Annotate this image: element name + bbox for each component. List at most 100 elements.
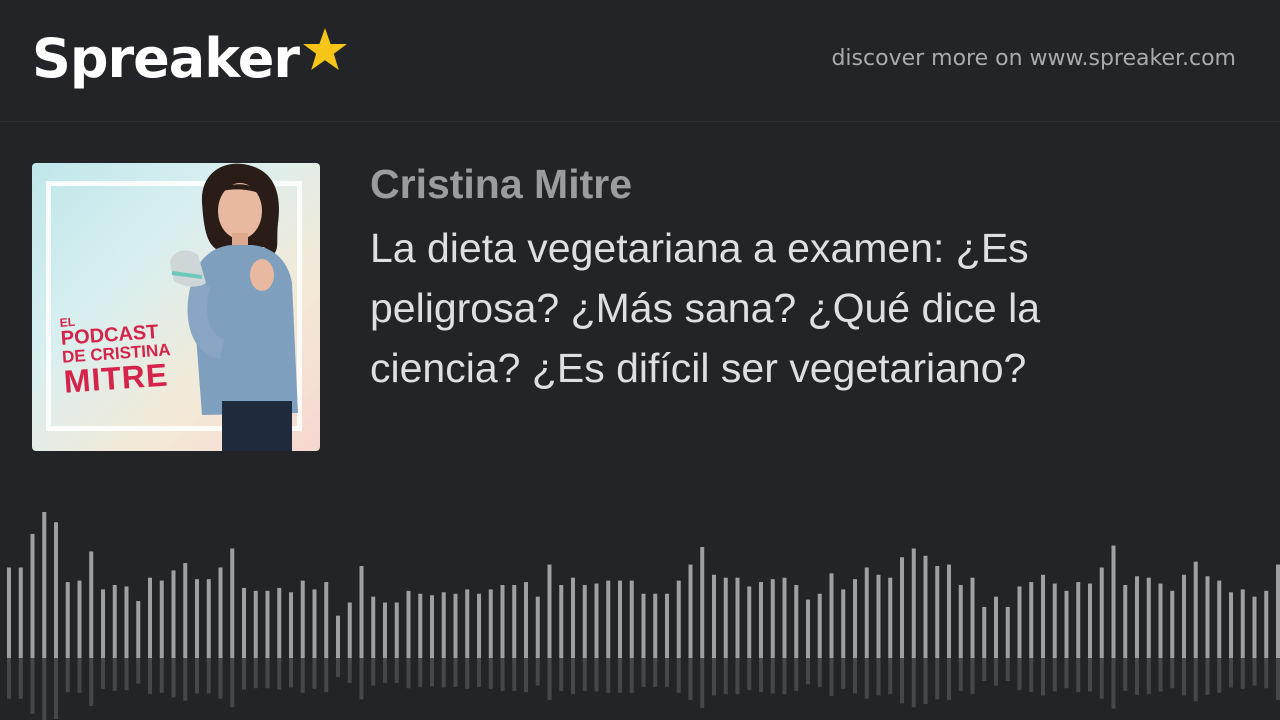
waveform-bar bbox=[101, 589, 105, 658]
waveform-bar-reflection bbox=[7, 658, 11, 699]
waveform-bar bbox=[1052, 583, 1057, 658]
spreaker-logo[interactable]: Spreaker bbox=[32, 24, 349, 94]
waveform-bar-reflection bbox=[1205, 658, 1210, 695]
discover-link[interactable]: discover more on www.spreaker.com bbox=[831, 46, 1236, 71]
waveform-bar bbox=[277, 587, 282, 658]
waveform-bar bbox=[359, 566, 364, 658]
waveform-bar bbox=[300, 580, 305, 658]
waveform-bar-reflection bbox=[30, 658, 35, 714]
waveform-bar bbox=[206, 579, 211, 658]
episode-title[interactable]: La dieta vegetariana a examen: ¿Es pelig… bbox=[370, 218, 1200, 398]
waveform-bar-reflection bbox=[817, 658, 822, 687]
waveform-bar-reflection bbox=[383, 658, 387, 683]
waveform-bar bbox=[770, 579, 775, 658]
waveform-bar-reflection bbox=[665, 658, 669, 687]
waveform-bar-reflection bbox=[159, 658, 164, 693]
waveform-bar-reflection bbox=[171, 658, 176, 698]
waveform-bar-reflection bbox=[312, 658, 317, 689]
waveform-bar bbox=[653, 593, 658, 658]
waveform-bar-reflection bbox=[1064, 658, 1069, 689]
waveform-bar-reflection bbox=[1182, 658, 1186, 696]
waveform-bar-reflection bbox=[653, 658, 658, 687]
waveform-bar bbox=[1217, 580, 1222, 658]
waveform-bar bbox=[864, 567, 869, 658]
podcast-cover-image: EL PODCAST DE CRISTINA MITRE bbox=[32, 163, 320, 451]
waveform-bar bbox=[500, 585, 505, 658]
waveform-bar bbox=[970, 577, 975, 658]
waveform-bar bbox=[136, 601, 141, 658]
waveform-bar-reflection bbox=[1170, 658, 1175, 689]
waveform-bar bbox=[665, 593, 669, 658]
star-icon bbox=[302, 28, 347, 70]
waveform-bar bbox=[547, 564, 552, 658]
waveform-bar-reflection bbox=[1017, 658, 1022, 691]
waveform-bar-reflection bbox=[65, 658, 70, 693]
waveform-bar-reflection bbox=[618, 658, 622, 693]
logo-text: Spreaker bbox=[32, 27, 300, 90]
waveform-bar bbox=[124, 586, 129, 658]
waveform-bar bbox=[430, 595, 434, 658]
waveform-bar-reflection bbox=[864, 658, 869, 699]
waveform-bar-reflection bbox=[571, 658, 575, 695]
top-bar: Spreaker discover more on www.spreaker.c… bbox=[0, 0, 1280, 122]
waveform-bar-reflection bbox=[888, 658, 893, 695]
waveform-bar-reflection bbox=[1276, 658, 1280, 701]
waveform-bar bbox=[911, 548, 916, 658]
waveform-bar bbox=[676, 580, 681, 658]
waveform-bar bbox=[453, 593, 458, 658]
waveform-bar bbox=[876, 574, 881, 658]
waveform-bar-reflection bbox=[418, 658, 423, 687]
waveform-bar-reflection bbox=[242, 658, 246, 690]
waveform-bar-reflection bbox=[559, 658, 564, 691]
waveform-bar bbox=[829, 573, 834, 658]
waveform-bar-reflection bbox=[488, 658, 493, 689]
audio-waveform[interactable] bbox=[0, 500, 1280, 720]
waveform-bar-reflection bbox=[629, 658, 634, 693]
waveform-bar-reflection bbox=[970, 658, 975, 695]
waveform-bar bbox=[1099, 567, 1104, 658]
waveform-bar-reflection bbox=[512, 658, 517, 691]
waveform-bar bbox=[42, 512, 47, 658]
waveform-bar-reflection bbox=[770, 658, 775, 694]
waveform-bar bbox=[89, 551, 94, 658]
waveform-bar bbox=[289, 592, 293, 658]
waveform-bar bbox=[1146, 577, 1151, 658]
waveform-bar bbox=[265, 590, 270, 658]
waveform-bar bbox=[1029, 582, 1034, 658]
waveform-bar-reflection bbox=[935, 658, 940, 700]
waveform-bar-reflection bbox=[1123, 658, 1128, 691]
waveform-bar-reflection bbox=[253, 658, 258, 689]
waveform-bar-reflection bbox=[841, 658, 846, 689]
waveform-bar bbox=[1111, 545, 1116, 658]
waveform-bar bbox=[571, 577, 575, 658]
waveform-bar-reflection bbox=[477, 658, 481, 687]
waveform-bar-reflection bbox=[1088, 658, 1092, 692]
waveform-bar bbox=[1076, 582, 1081, 658]
waveform-bar-reflection bbox=[759, 658, 763, 693]
waveform-bar bbox=[559, 585, 564, 658]
waveform-bar-reflection bbox=[441, 658, 446, 688]
waveform-bar bbox=[183, 563, 188, 658]
waveform-bar-reflection bbox=[747, 658, 752, 691]
waveform-bar bbox=[7, 567, 11, 658]
waveform-bar-reflection bbox=[54, 658, 58, 720]
waveform-bar bbox=[1135, 576, 1139, 658]
waveform-bar-reflection bbox=[430, 658, 434, 687]
waveform-bar-reflection bbox=[347, 658, 352, 683]
waveform-bar-reflection bbox=[712, 658, 716, 696]
waveform-bar bbox=[1193, 561, 1198, 658]
waveform-bar-reflection bbox=[1052, 658, 1057, 692]
waveform-bar-reflection bbox=[371, 658, 376, 686]
waveform-bar-reflection bbox=[500, 658, 505, 691]
waveform-bar bbox=[1252, 596, 1257, 658]
waveform-bar-reflection bbox=[42, 658, 47, 720]
waveform-bar-reflection bbox=[606, 658, 611, 693]
waveform-bar bbox=[230, 548, 235, 658]
waveform-bar-reflection bbox=[136, 658, 141, 684]
waveform-bar bbox=[935, 566, 940, 658]
waveform-bar-reflection bbox=[911, 658, 916, 708]
waveform-bar bbox=[394, 602, 399, 658]
podcast-author[interactable]: Cristina Mitre bbox=[370, 160, 632, 208]
waveform-bar bbox=[641, 593, 646, 658]
waveform-bar bbox=[195, 579, 199, 658]
